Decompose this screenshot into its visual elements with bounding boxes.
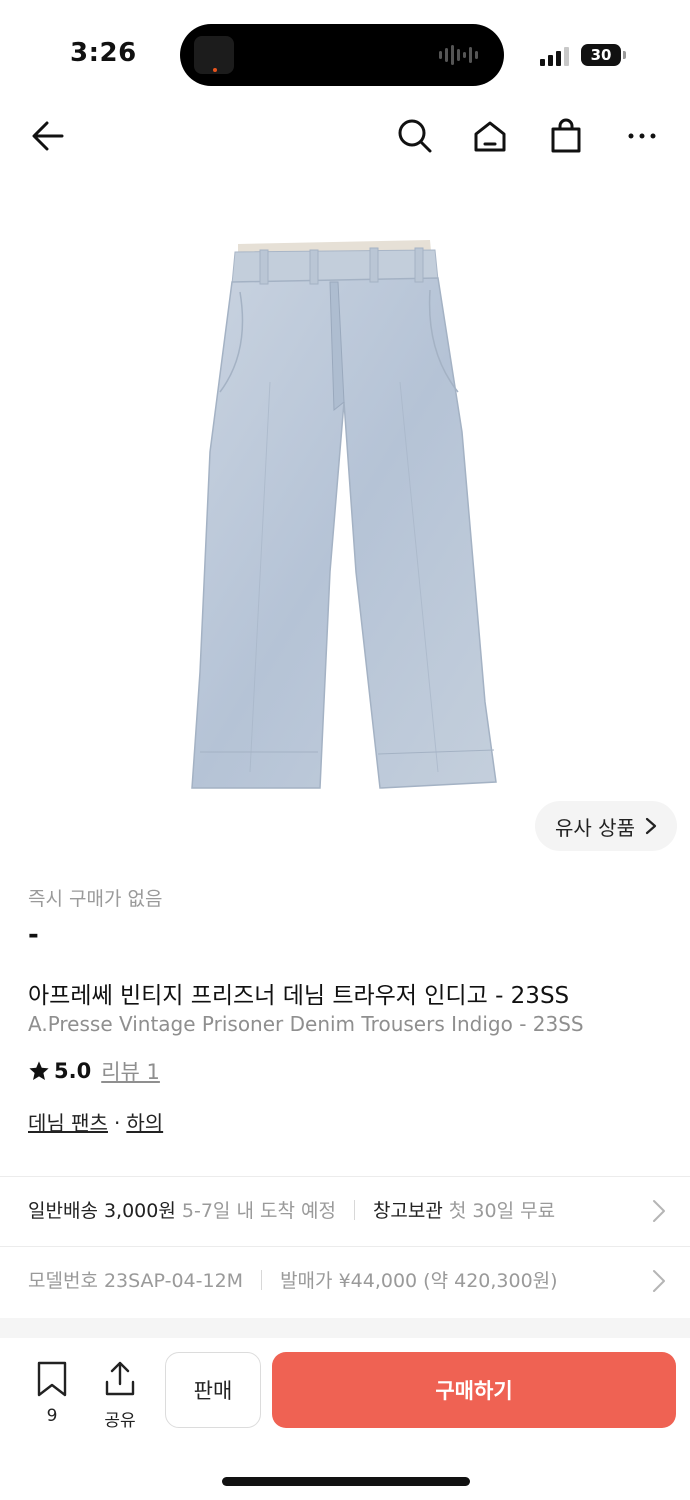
release-price-value: ¥44,000 (약 420,300원) [338, 1270, 558, 1292]
more-icon [628, 133, 656, 139]
home-button[interactable] [468, 114, 512, 158]
similar-products-label: 유사 상품 [555, 815, 635, 840]
product-title-korean: 아프레쎄 빈티지 프리즈너 데님 트라우저 인디고 - 23SS [28, 983, 570, 1009]
chevron-right-icon [653, 1200, 665, 1222]
category-separator: · [113, 1111, 121, 1135]
share-icon [105, 1361, 135, 1396]
model-number-label: 모델번호 [28, 1270, 98, 1292]
category-breadcrumb: 데님 팬츠 · 하의 [28, 1107, 163, 1136]
section-spacer [0, 1318, 690, 1338]
shipping-type-label: 일반배송 [28, 1200, 98, 1222]
cellular-signal-icon [540, 46, 569, 66]
vertical-separator [261, 1269, 263, 1290]
back-button[interactable] [26, 114, 70, 158]
model-number-value: 23SAP-04-12M [103, 1270, 244, 1292]
product-image[interactable] [180, 232, 510, 802]
top-nav [0, 106, 690, 166]
release-price-label: 발매가 [280, 1270, 333, 1292]
instant-price-label: 즉시 구매가 없음 [28, 888, 163, 910]
storage-label: 창고보관 [372, 1200, 443, 1222]
search-icon [398, 119, 432, 153]
buy-button[interactable]: 구매하기 [272, 1352, 676, 1428]
chevron-right-icon [653, 1270, 665, 1292]
share-button[interactable]: 공유 [98, 1360, 142, 1431]
similar-products-button[interactable]: 유사 상품 [535, 801, 677, 851]
sell-button[interactable]: 판매 [165, 1352, 261, 1428]
dynamic-island [180, 24, 504, 86]
model-info-row[interactable]: 모델번호 23SAP-04-12M 발매가 ¥44,000 (약 420,300원… [0, 1246, 690, 1316]
category-link-sub[interactable]: 하의 [126, 1111, 163, 1135]
instant-price-value: - [28, 920, 39, 950]
rating-value: 5.0 [54, 1059, 92, 1083]
star-icon [29, 1061, 49, 1080]
rating-row: 5.0 리뷰 1 [28, 1056, 160, 1086]
status-time: 3:26 [70, 38, 137, 68]
cart-button[interactable] [544, 114, 588, 158]
share-label: 공유 [104, 1411, 136, 1431]
bookmark-button[interactable]: 9 [30, 1360, 74, 1426]
shipping-eta: 5-7일 내 도착 예정 [181, 1200, 336, 1222]
shipping-info-row[interactable]: 일반배송 3,000원 5-7일 내 도착 예정 창고보관 첫 30일 무료 [0, 1176, 690, 1246]
back-arrow-icon [32, 121, 64, 151]
home-icon [474, 121, 506, 152]
product-title-english: A.Presse Vintage Prisoner Denim Trousers… [28, 1012, 584, 1036]
shipping-fee: 3,000원 [103, 1200, 176, 1222]
vertical-separator [353, 1199, 355, 1220]
search-button[interactable] [393, 114, 437, 158]
shopping-bag-icon [551, 118, 581, 153]
chevron-right-icon [645, 817, 657, 835]
denim-trousers-image [191, 240, 497, 789]
home-indicator[interactable] [222, 1477, 470, 1486]
bottom-action-bar: 9 공유 판매 구매하기 [0, 1338, 690, 1440]
review-link[interactable]: 리뷰 1 [101, 1056, 160, 1086]
status-bar: 3:26 30 [0, 0, 690, 100]
recording-dot-icon [213, 68, 217, 72]
storage-offer: 첫 30일 무료 [448, 1200, 556, 1222]
battery-tip [623, 51, 626, 59]
category-link-main[interactable]: 데님 팬츠 [28, 1111, 108, 1135]
more-button[interactable] [620, 114, 664, 158]
audio-wave-icon [439, 45, 478, 65]
bookmark-count: 9 [46, 1406, 58, 1426]
battery-icon: 30 [581, 44, 621, 66]
bookmark-icon [37, 1361, 67, 1397]
